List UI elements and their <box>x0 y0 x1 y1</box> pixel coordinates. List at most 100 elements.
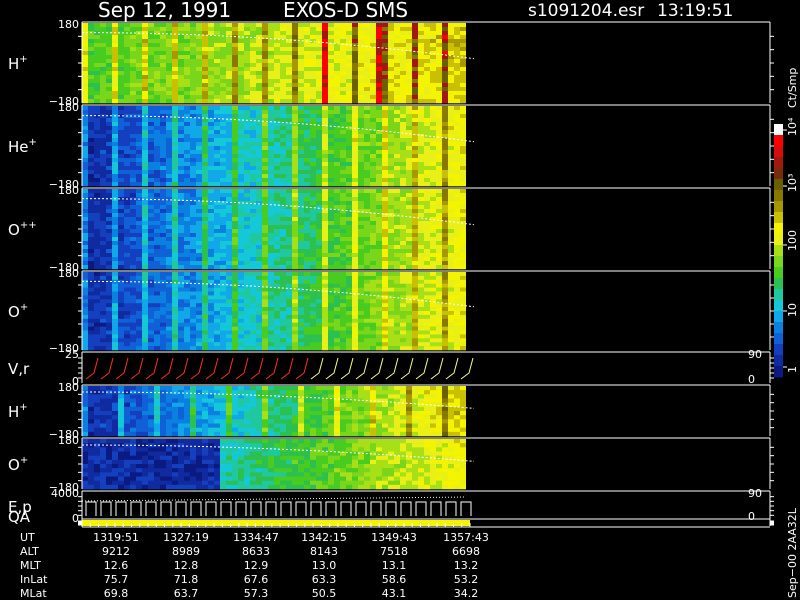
spectrogram-cell <box>184 158 190 163</box>
spectrogram-cell <box>406 99 412 104</box>
spectrogram-cell <box>274 106 280 111</box>
spectrogram-cell <box>100 150 106 155</box>
spectrogram-cell <box>190 162 196 167</box>
spectrogram-cell <box>172 55 178 60</box>
spectrogram-cell <box>376 95 382 100</box>
spectrogram-cell <box>88 225 94 230</box>
spectrogram-cell <box>352 241 358 246</box>
spectrogram-cell <box>280 295 286 300</box>
spectrogram-cell <box>340 287 346 292</box>
spectrogram-cell <box>460 79 466 84</box>
spectrogram-cell <box>118 233 124 238</box>
spectrogram-cell <box>328 47 334 52</box>
spectrogram-cell <box>256 35 262 40</box>
spectrogram-cell <box>232 39 238 44</box>
spectrogram-cell <box>280 114 286 119</box>
spectrogram-cell <box>100 126 106 131</box>
spectrogram-cell <box>226 338 232 343</box>
spectrogram-cell <box>136 193 142 198</box>
spectrogram-cell <box>124 166 130 171</box>
spectrogram-cell <box>388 122 394 127</box>
spectrogram-cell <box>328 221 334 226</box>
spectrogram-cell <box>352 114 358 119</box>
spectrogram-cell <box>334 27 340 32</box>
spectrogram-cell <box>370 87 376 92</box>
spectrogram-cell <box>394 67 400 72</box>
spectrogram-cell <box>274 303 280 308</box>
spectrogram-cell <box>268 303 274 308</box>
spectrogram-cell <box>112 75 118 80</box>
spectrogram-cell <box>130 142 136 147</box>
spectrogram-cell <box>286 253 292 258</box>
spectrogram-cell <box>238 59 244 64</box>
spectrogram-cell <box>190 138 196 143</box>
spectrogram-cell <box>334 51 340 56</box>
spectrogram-cell <box>268 134 274 139</box>
spectrogram-cell <box>262 83 268 88</box>
spectrogram-cell <box>460 31 466 36</box>
spectrogram-cell <box>430 253 436 258</box>
spectrogram-cell <box>322 265 328 270</box>
spectrogram-cell <box>358 83 364 88</box>
spectrogram-cell <box>250 257 256 262</box>
spectrogram-cell <box>178 253 184 258</box>
spectrogram-cell <box>376 342 382 347</box>
spectrogram-cell <box>208 178 214 183</box>
spectrogram-cell <box>418 245 424 250</box>
spectrogram-cell <box>394 201 400 206</box>
spectrogram-cell <box>118 158 124 163</box>
spectrogram-cell <box>406 318 412 323</box>
spectrogram-cell <box>382 307 388 312</box>
spectrogram-cell <box>202 51 208 56</box>
spectrogram-cell <box>412 47 418 52</box>
spectrogram-cell <box>88 170 94 175</box>
spectrogram-cell <box>232 146 238 151</box>
spectrogram-cell <box>358 299 364 304</box>
spectrogram-cell <box>172 291 178 296</box>
spectrogram-cell <box>286 279 292 284</box>
spectrogram-cell <box>286 75 292 80</box>
spectrogram-cell <box>400 307 406 312</box>
spectrogram-cell <box>244 75 250 80</box>
spectrogram-cell <box>448 27 454 32</box>
spectrogram-cell <box>178 233 184 238</box>
spectrogram-cell <box>304 342 310 347</box>
spectrogram-cell <box>178 47 184 52</box>
spectrogram-cell <box>442 174 448 179</box>
spectrogram-cell <box>244 249 250 254</box>
spectrogram-cell <box>100 174 106 179</box>
spectrogram-cell <box>352 138 358 143</box>
spectrogram-cell <box>154 261 160 266</box>
spectrogram-cell <box>130 75 136 80</box>
spectrogram-cell <box>382 330 388 335</box>
spectrogram-cell <box>322 201 328 206</box>
spectrogram-cell <box>124 265 130 270</box>
spectrogram-cell <box>310 283 316 288</box>
spectrogram-cell <box>292 318 298 323</box>
spectrogram-cell <box>250 83 256 88</box>
spectrogram-cell <box>232 134 238 139</box>
spectrogram-cell <box>166 217 172 222</box>
spectrogram-cell <box>184 221 190 226</box>
spectrogram-cell <box>82 174 88 179</box>
spectrogram-cell <box>214 47 220 52</box>
spectrogram-cell <box>208 209 214 214</box>
spectrogram-cell <box>178 338 184 343</box>
spectrogram-cell <box>256 31 262 36</box>
spectrogram-cell <box>202 253 208 258</box>
spectrogram-cell <box>82 146 88 151</box>
spectrogram-cell <box>268 43 274 48</box>
spectrogram-cell <box>370 233 376 238</box>
spectrogram-cell <box>412 287 418 292</box>
spectrogram-cell <box>424 158 430 163</box>
spectrogram-cell <box>292 279 298 284</box>
spectrogram-cell <box>106 295 112 300</box>
spectrogram-cell <box>154 170 160 175</box>
spectrogram-cell <box>148 166 154 171</box>
spectrogram-cell <box>370 287 376 292</box>
spectrogram-cell <box>418 126 424 131</box>
spectrogram-cell <box>424 23 430 28</box>
spectrogram-cell <box>400 91 406 96</box>
spectrogram-cell <box>280 110 286 115</box>
spectrogram-cell <box>460 59 466 64</box>
